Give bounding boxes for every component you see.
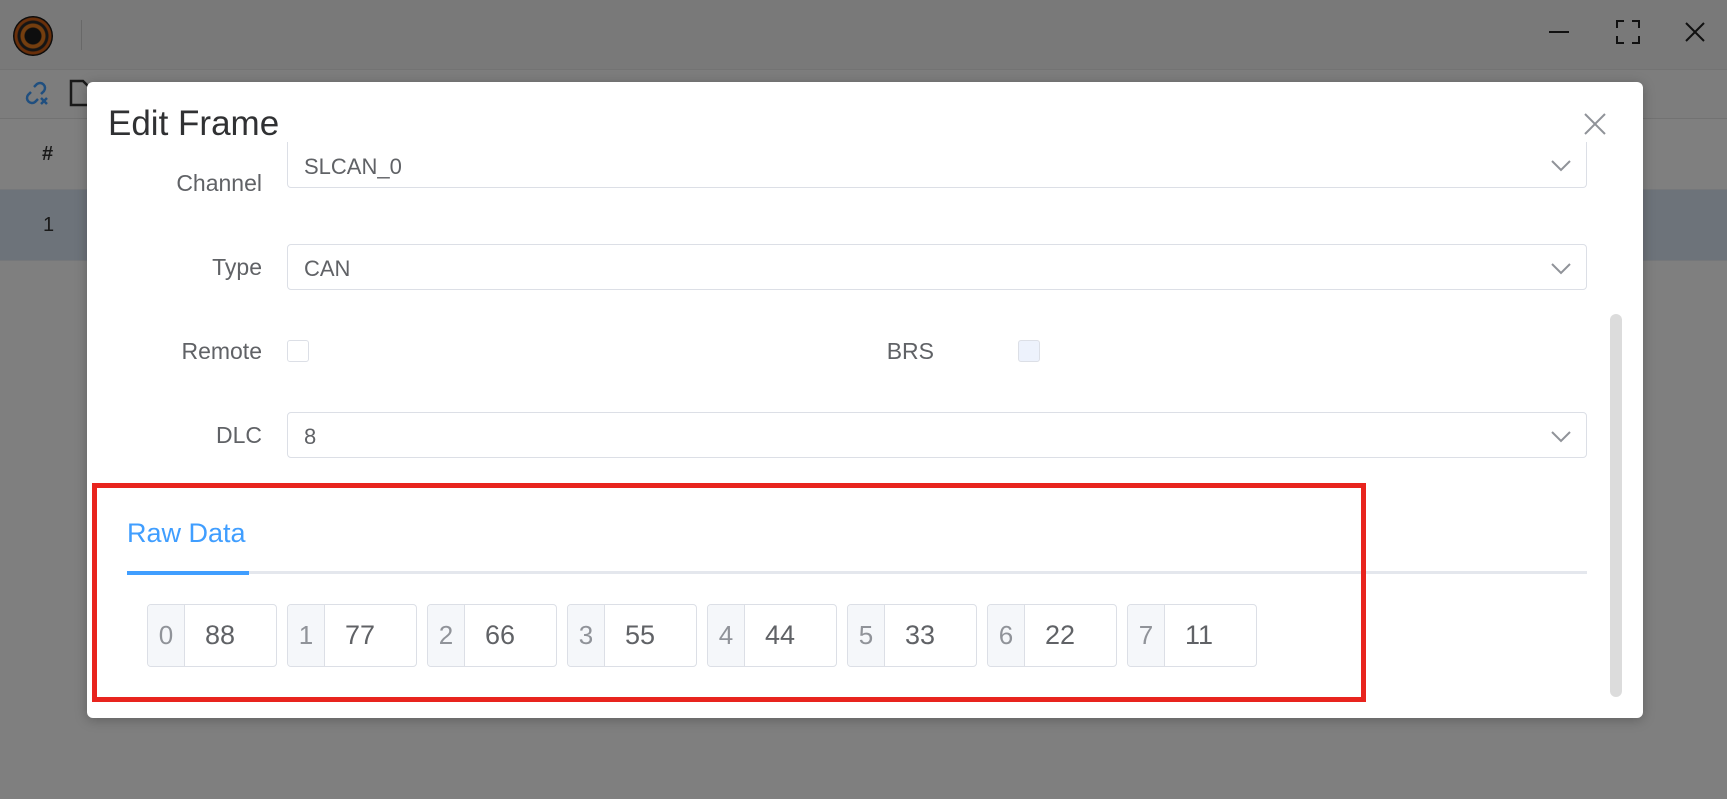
- dialog-close-icon: [1584, 113, 1606, 135]
- dlc-value: 8: [304, 424, 317, 449]
- chevron-down-icon: [1551, 160, 1571, 172]
- dialog-close-button[interactable]: [1579, 108, 1611, 140]
- chevron-down-icon: [1551, 263, 1571, 275]
- remote-checkbox[interactable]: [287, 340, 309, 362]
- dialog-title: Edit Frame: [108, 104, 280, 143]
- remote-label: Remote: [181, 338, 262, 364]
- dlc-select[interactable]: 8: [287, 412, 1587, 458]
- highlight-box: [92, 483, 1366, 702]
- channel-value: SLCAN_0: [304, 154, 402, 179]
- edit-frame-dialog: Edit Frame Channel SLCAN_0 Type CAN Remo…: [87, 82, 1643, 718]
- channel-select[interactable]: SLCAN_0: [287, 142, 1587, 188]
- dialog-scrollbar[interactable]: [1610, 314, 1622, 697]
- channel-label: Channel: [176, 170, 262, 196]
- type-select[interactable]: CAN: [287, 244, 1587, 290]
- type-value: CAN: [304, 256, 351, 281]
- chevron-down-icon: [1551, 431, 1571, 443]
- dlc-label: DLC: [215, 422, 262, 448]
- type-label: Type: [212, 254, 262, 280]
- brs-checkbox[interactable]: [1018, 340, 1040, 362]
- brs-label: BRS: [886, 338, 934, 364]
